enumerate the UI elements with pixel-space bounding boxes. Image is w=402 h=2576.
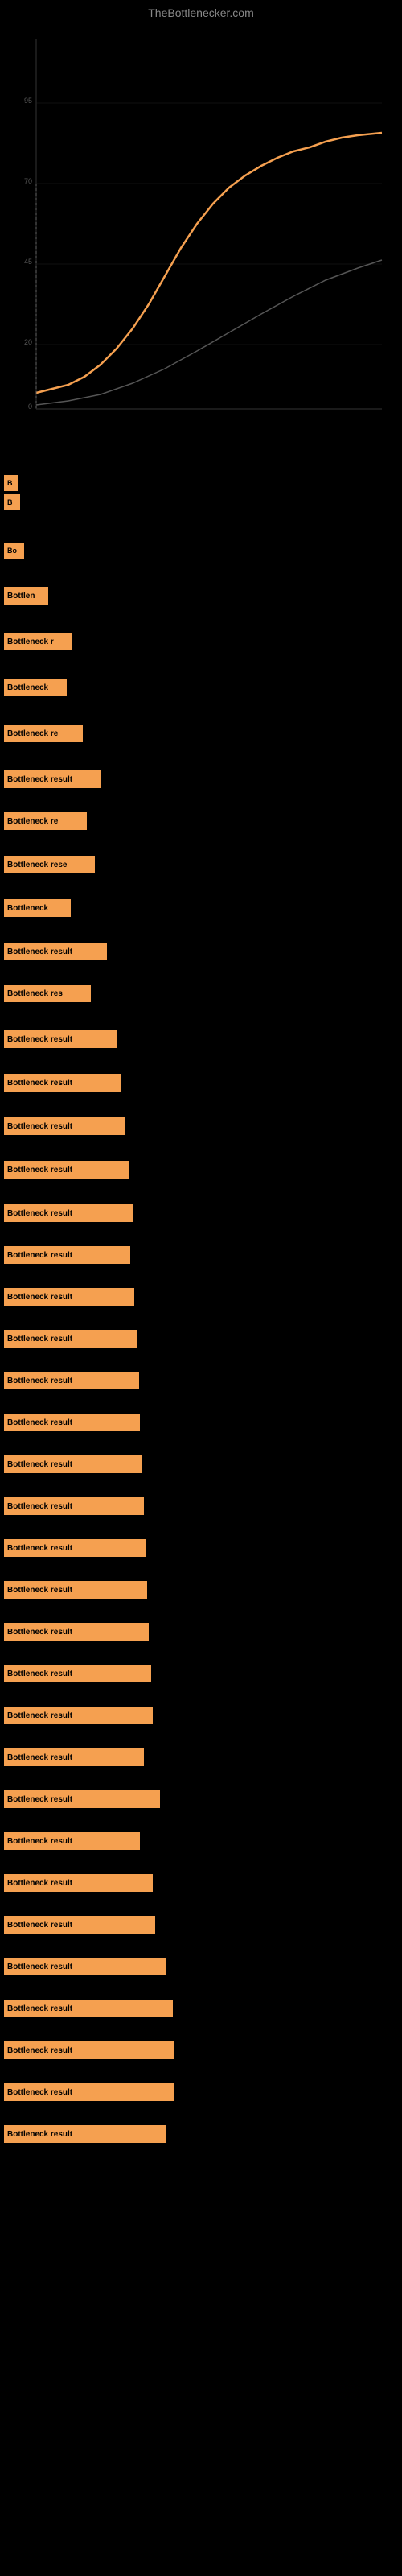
site-title: TheBottlenecker.com	[0, 0, 402, 23]
bar-item-28: Bottleneck result	[4, 1623, 149, 1641]
bar-item-19: Bottleneck result	[4, 1246, 130, 1264]
bar-row-16: Bottleneck result	[4, 1117, 398, 1135]
bar-detected-5: Bottleneck result	[4, 2000, 398, 2017]
bar-item-23: Bottleneck result	[4, 1414, 140, 1431]
bar-label-detected-2: Bottleneck result	[4, 1790, 160, 1808]
bar-section-tiny: B B Bo Bottlen Bottleneck r Bottleneck B…	[4, 475, 398, 2146]
bar-detected-gap2: Bottleneck result	[4, 1916, 398, 1934]
bar-detected-4: Bottleneck result	[4, 1958, 398, 1975]
bar-detected-gap1: Bottleneck result	[4, 1874, 398, 1892]
svg-text:20: 20	[24, 338, 32, 346]
bar-item-25: Bottleneck result	[4, 1497, 144, 1515]
svg-text:95: 95	[24, 97, 32, 105]
bar-row-24: Bottleneck result	[4, 1455, 398, 1473]
bar-item-13: Bottleneck res	[4, 985, 91, 1002]
bar-label-detected-4: Bottleneck result	[4, 1958, 166, 1975]
bar-row-7: Bottleneck re	[4, 724, 398, 742]
bar-item-14: Bottleneck result	[4, 1030, 117, 1048]
bar-label-gap2: Bottleneck result	[4, 1916, 155, 1934]
bar-item-9: Bottleneck re	[4, 812, 87, 830]
bar-detected-7: Bottleneck result	[4, 2083, 398, 2101]
main-container: TheBottlenecker.com 0 20 45 70 95	[0, 0, 402, 2576]
bar-row-2: B	[4, 494, 398, 510]
svg-text:45: 45	[24, 258, 32, 266]
bar-row-27: Bottleneck result	[4, 1581, 398, 1599]
bar-item-5: Bottleneck r	[4, 633, 72, 650]
bar-row-30: Bottleneck result	[4, 1707, 398, 1724]
bar-item-10: Bottleneck rese	[4, 856, 95, 873]
bar-row-11: Bottleneck	[4, 899, 398, 917]
bar-row-21: Bottleneck result	[4, 1330, 398, 1348]
bar-row-5: Bottleneck r	[4, 633, 398, 650]
bar-item-22: Bottleneck result	[4, 1372, 139, 1389]
svg-text:0: 0	[28, 402, 32, 411]
bar-detected-8: Bottleneck result	[4, 2125, 398, 2143]
bar-row-29: Bottleneck result	[4, 1665, 398, 1682]
bar-item-30: Bottleneck result	[4, 1707, 153, 1724]
bar-item-6: Bottleneck	[4, 679, 67, 696]
svg-text:70: 70	[24, 177, 32, 185]
bar-detected-3: Bottleneck result	[4, 1832, 398, 1850]
bar-detected-2: Bottleneck result	[4, 1790, 398, 1808]
bar-row-26: Bottleneck result	[4, 1539, 398, 1557]
bar-item-1: B	[4, 475, 18, 491]
bar-row-22: Bottleneck result	[4, 1372, 398, 1389]
bar-row-20: Bottleneck result	[4, 1288, 398, 1306]
bar-row-12: Bottleneck result	[4, 943, 398, 960]
bar-label-detected-8: Bottleneck result	[4, 2125, 166, 2143]
bar-row-13: Bottleneck res	[4, 985, 398, 1002]
bar-row-23: Bottleneck result	[4, 1414, 398, 1431]
bar-row-18: Bottleneck result	[4, 1204, 398, 1222]
bar-item-2: B	[4, 494, 20, 510]
bar-item-26: Bottleneck result	[4, 1539, 146, 1557]
bar-row-10: Bottleneck rese	[4, 856, 398, 873]
chart-area: 0 20 45 70 95	[4, 23, 398, 489]
bar-item-27: Bottleneck result	[4, 1581, 147, 1599]
bar-item-17: Bottleneck result	[4, 1161, 129, 1179]
bar-item-3: Bo	[4, 543, 24, 559]
bar-row-14: Bottleneck result	[4, 1030, 398, 1048]
bar-item-16: Bottleneck result	[4, 1117, 125, 1135]
bar-item-20: Bottleneck result	[4, 1288, 134, 1306]
bar-row-3: Bo	[4, 543, 398, 559]
bar-item-21: Bottleneck result	[4, 1330, 137, 1348]
bar-item-4: Bottlen	[4, 587, 48, 605]
bar-item-11: Bottleneck	[4, 899, 71, 917]
bar-item-12: Bottleneck result	[4, 943, 107, 960]
bar-label-detected-3: Bottleneck result	[4, 1832, 140, 1850]
bar-label-detected-7: Bottleneck result	[4, 2083, 174, 2101]
bar-item-8: Bottleneck result	[4, 770, 100, 788]
bar-item-18: Bottleneck result	[4, 1204, 133, 1222]
bar-item-15: Bottleneck result	[4, 1074, 121, 1092]
bar-row-8: Bottleneck result	[4, 770, 398, 788]
bar-row-6: Bottleneck	[4, 679, 398, 696]
bar-label-detected-5: Bottleneck result	[4, 2000, 173, 2017]
bar-row-28: Bottleneck result	[4, 1623, 398, 1641]
bar-row-15: Bottleneck result	[4, 1074, 398, 1092]
bar-detected-6: Bottleneck result	[4, 2041, 398, 2059]
bar-row-19: Bottleneck result	[4, 1246, 398, 1264]
bar-row-9: Bottleneck re	[4, 812, 398, 830]
bar-row-17: Bottleneck result	[4, 1161, 398, 1179]
bar-label-detected-6: Bottleneck result	[4, 2041, 174, 2059]
bar-item-24: Bottleneck result	[4, 1455, 142, 1473]
bar-row-4: Bottlen	[4, 587, 398, 605]
bar-label-gap1: Bottleneck result	[4, 1874, 153, 1892]
bar-item-7: Bottleneck re	[4, 724, 83, 742]
bar-detected-1: Bottleneck result	[4, 1748, 398, 1766]
bar-row-25: Bottleneck result	[4, 1497, 398, 1515]
bar-item-29: Bottleneck result	[4, 1665, 151, 1682]
bar-row-1: B	[4, 475, 398, 491]
chart-svg: 0 20 45 70 95	[4, 23, 398, 489]
bar-label-detected-1: Bottleneck result	[4, 1748, 144, 1766]
